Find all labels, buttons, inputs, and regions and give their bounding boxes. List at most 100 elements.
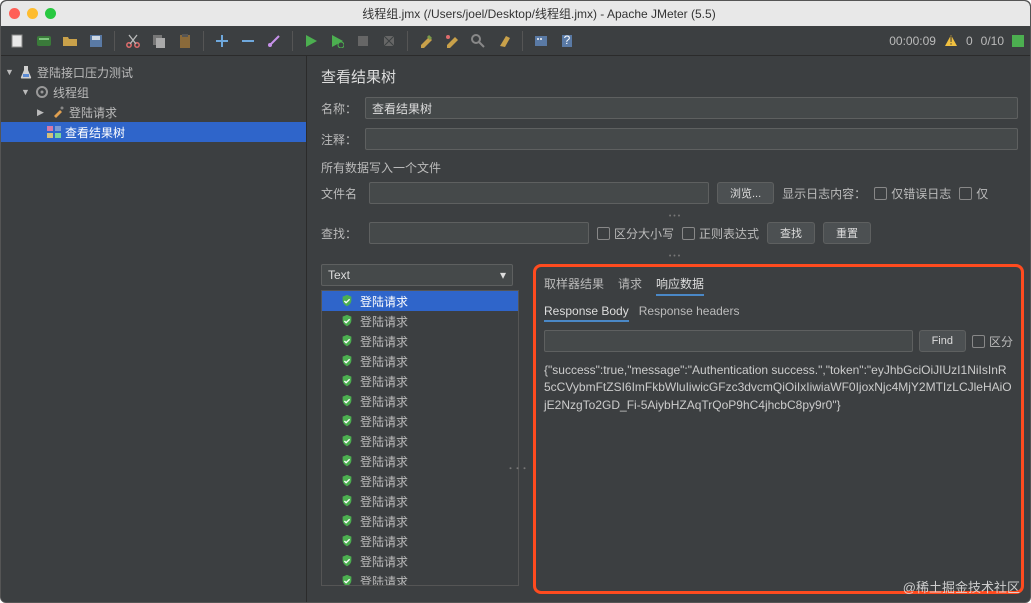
paste-icon[interactable]	[174, 30, 196, 52]
tree-label: 登陆请求	[69, 104, 117, 121]
sample-result-item[interactable]: 登陆请求	[322, 411, 518, 431]
sample-result-item[interactable]: 登陆请求	[322, 431, 518, 451]
toolbar: ? 00:00:09 ! 0 0/10	[1, 26, 1030, 56]
sample-result-item[interactable]: 登陆请求	[322, 491, 518, 511]
watermark: @稀土掘金技术社区	[903, 577, 1020, 596]
sample-label: 登陆请求	[360, 293, 408, 310]
app-window: 线程组.jmx (/Users/joel/Desktop/线程组.jmx) - …	[0, 0, 1031, 603]
tab-response-data[interactable]: 响应数据	[656, 273, 704, 296]
tab-request[interactable]: 请求	[618, 273, 642, 296]
chevron-down-icon: ▾	[500, 268, 506, 282]
function-helper-icon[interactable]	[530, 30, 552, 52]
drag-handle-icon[interactable]: •••	[519, 264, 527, 594]
sample-label: 登陆请求	[360, 393, 408, 410]
sample-label: 登陆请求	[360, 433, 408, 450]
sample-result-item[interactable]: 登陆请求	[322, 331, 518, 351]
tree-thread-group[interactable]: ▼ 线程组	[1, 82, 306, 102]
sample-result-item[interactable]: 登陆请求	[322, 291, 518, 311]
case-sensitive-checkbox[interactable]: 区分大小写	[597, 225, 674, 242]
sample-result-item[interactable]: 登陆请求	[322, 471, 518, 491]
find-in-response-input[interactable]	[544, 330, 913, 352]
sample-label: 登陆请求	[360, 333, 408, 350]
search-label: 查找：	[321, 225, 361, 242]
errors-only-checkbox[interactable]: 仅错误日志	[874, 185, 951, 202]
copy-icon[interactable]	[148, 30, 170, 52]
detail-tabs: 取样器结果 请求 响应数据	[544, 273, 1013, 296]
sample-label: 登陆请求	[360, 313, 408, 330]
sample-result-item[interactable]: 登陆请求	[322, 531, 518, 551]
open-icon[interactable]	[59, 30, 81, 52]
new-icon[interactable]	[7, 30, 29, 52]
find-button[interactable]: 查找	[767, 222, 815, 244]
minimize-window-icon[interactable]	[27, 8, 38, 19]
sample-label: 登陆请求	[360, 413, 408, 430]
comment-input[interactable]	[365, 128, 1018, 150]
chevron-down-icon: ▼	[5, 67, 15, 77]
search-icon[interactable]	[467, 30, 489, 52]
sample-result-item[interactable]: 登陆请求	[322, 451, 518, 471]
filename-input[interactable]	[369, 182, 709, 204]
sample-result-item[interactable]: 登陆请求	[322, 511, 518, 531]
chevron-down-icon: ▼	[21, 87, 31, 97]
status-bar: 00:00:09 ! 0 0/10	[889, 34, 1024, 48]
cut-icon[interactable]	[122, 30, 144, 52]
close-window-icon[interactable]	[9, 8, 20, 19]
sample-label: 登陆请求	[360, 533, 408, 550]
shutdown-icon[interactable]	[378, 30, 400, 52]
tree-label: 线程组	[53, 84, 89, 101]
start-no-timers-icon[interactable]	[326, 30, 348, 52]
tree-sampler[interactable]: ▶ 登陆请求	[1, 102, 306, 122]
drag-handle-icon[interactable]: •••	[321, 253, 1030, 260]
subtab-response-headers[interactable]: Response headers	[639, 302, 740, 322]
start-icon[interactable]	[300, 30, 322, 52]
drag-handle-icon[interactable]: •••	[321, 213, 1030, 220]
titlebar: 线程组.jmx (/Users/joel/Desktop/线程组.jmx) - …	[1, 1, 1030, 26]
response-detail-panel: 取样器结果 请求 响应数据 Response Body Response hea…	[533, 264, 1024, 594]
help-icon[interactable]: ?	[556, 30, 578, 52]
tree-label: 登陆接口压力测试	[37, 64, 133, 81]
response-body-text[interactable]: {"success":true,"message":"Authenticatio…	[544, 362, 1013, 414]
search-input[interactable]	[369, 222, 589, 244]
reset-search-icon[interactable]	[493, 30, 515, 52]
svg-text:!: !	[949, 34, 952, 48]
clear-icon[interactable]	[415, 30, 437, 52]
collapse-icon[interactable]	[237, 30, 259, 52]
save-icon[interactable]	[85, 30, 107, 52]
templates-icon[interactable]	[33, 30, 55, 52]
find-in-response-button[interactable]: Find	[919, 330, 966, 352]
sample-result-item[interactable]: 登陆请求	[322, 391, 518, 411]
sample-result-item[interactable]: 登陆请求	[322, 551, 518, 571]
sample-result-item[interactable]: 登陆请求	[322, 351, 518, 371]
sample-list[interactable]: 登陆请求登陆请求登陆请求登陆请求登陆请求登陆请求登陆请求登陆请求登陆请求登陆请求…	[321, 290, 519, 586]
name-input[interactable]	[365, 97, 1018, 119]
stop-icon[interactable]	[352, 30, 374, 52]
panel-title: 查看结果树	[321, 66, 1030, 87]
subtab-response-body[interactable]: Response Body	[544, 302, 629, 322]
sample-result-item[interactable]: 登陆请求	[322, 371, 518, 391]
response-subtabs: Response Body Response headers	[544, 302, 1013, 322]
find-case-checkbox[interactable]: 区分	[972, 333, 1013, 350]
tab-sampler-result[interactable]: 取样器结果	[544, 273, 604, 296]
flask-icon	[19, 65, 33, 79]
sample-result-item[interactable]: 登陆请求	[322, 311, 518, 331]
results-tree-icon	[47, 125, 61, 139]
expand-icon[interactable]	[211, 30, 233, 52]
sample-label: 登陆请求	[360, 513, 408, 530]
sample-label: 登陆请求	[360, 573, 408, 587]
browse-button[interactable]: 浏览...	[717, 182, 774, 204]
toggle-icon[interactable]	[263, 30, 285, 52]
name-label: 名称：	[321, 100, 357, 117]
regex-checkbox[interactable]: 正则表达式	[682, 225, 759, 242]
file-section-label: 所有数据写入一个文件	[321, 159, 1030, 176]
log-label: 显示日志内容：	[782, 185, 866, 202]
sample-result-item[interactable]: 登陆请求	[322, 571, 518, 586]
tree-root[interactable]: ▼ 登陆接口压力测试	[1, 62, 306, 82]
sample-label: 登陆请求	[360, 493, 408, 510]
maximize-window-icon[interactable]	[45, 8, 56, 19]
renderer-dropdown[interactable]: Text ▾	[321, 264, 513, 286]
clear-all-icon[interactable]	[441, 30, 463, 52]
success-only-checkbox[interactable]: 仅	[959, 185, 988, 202]
tree-listener[interactable]: 查看结果树	[1, 122, 306, 142]
window-controls	[9, 8, 56, 19]
reset-button[interactable]: 重置	[823, 222, 871, 244]
